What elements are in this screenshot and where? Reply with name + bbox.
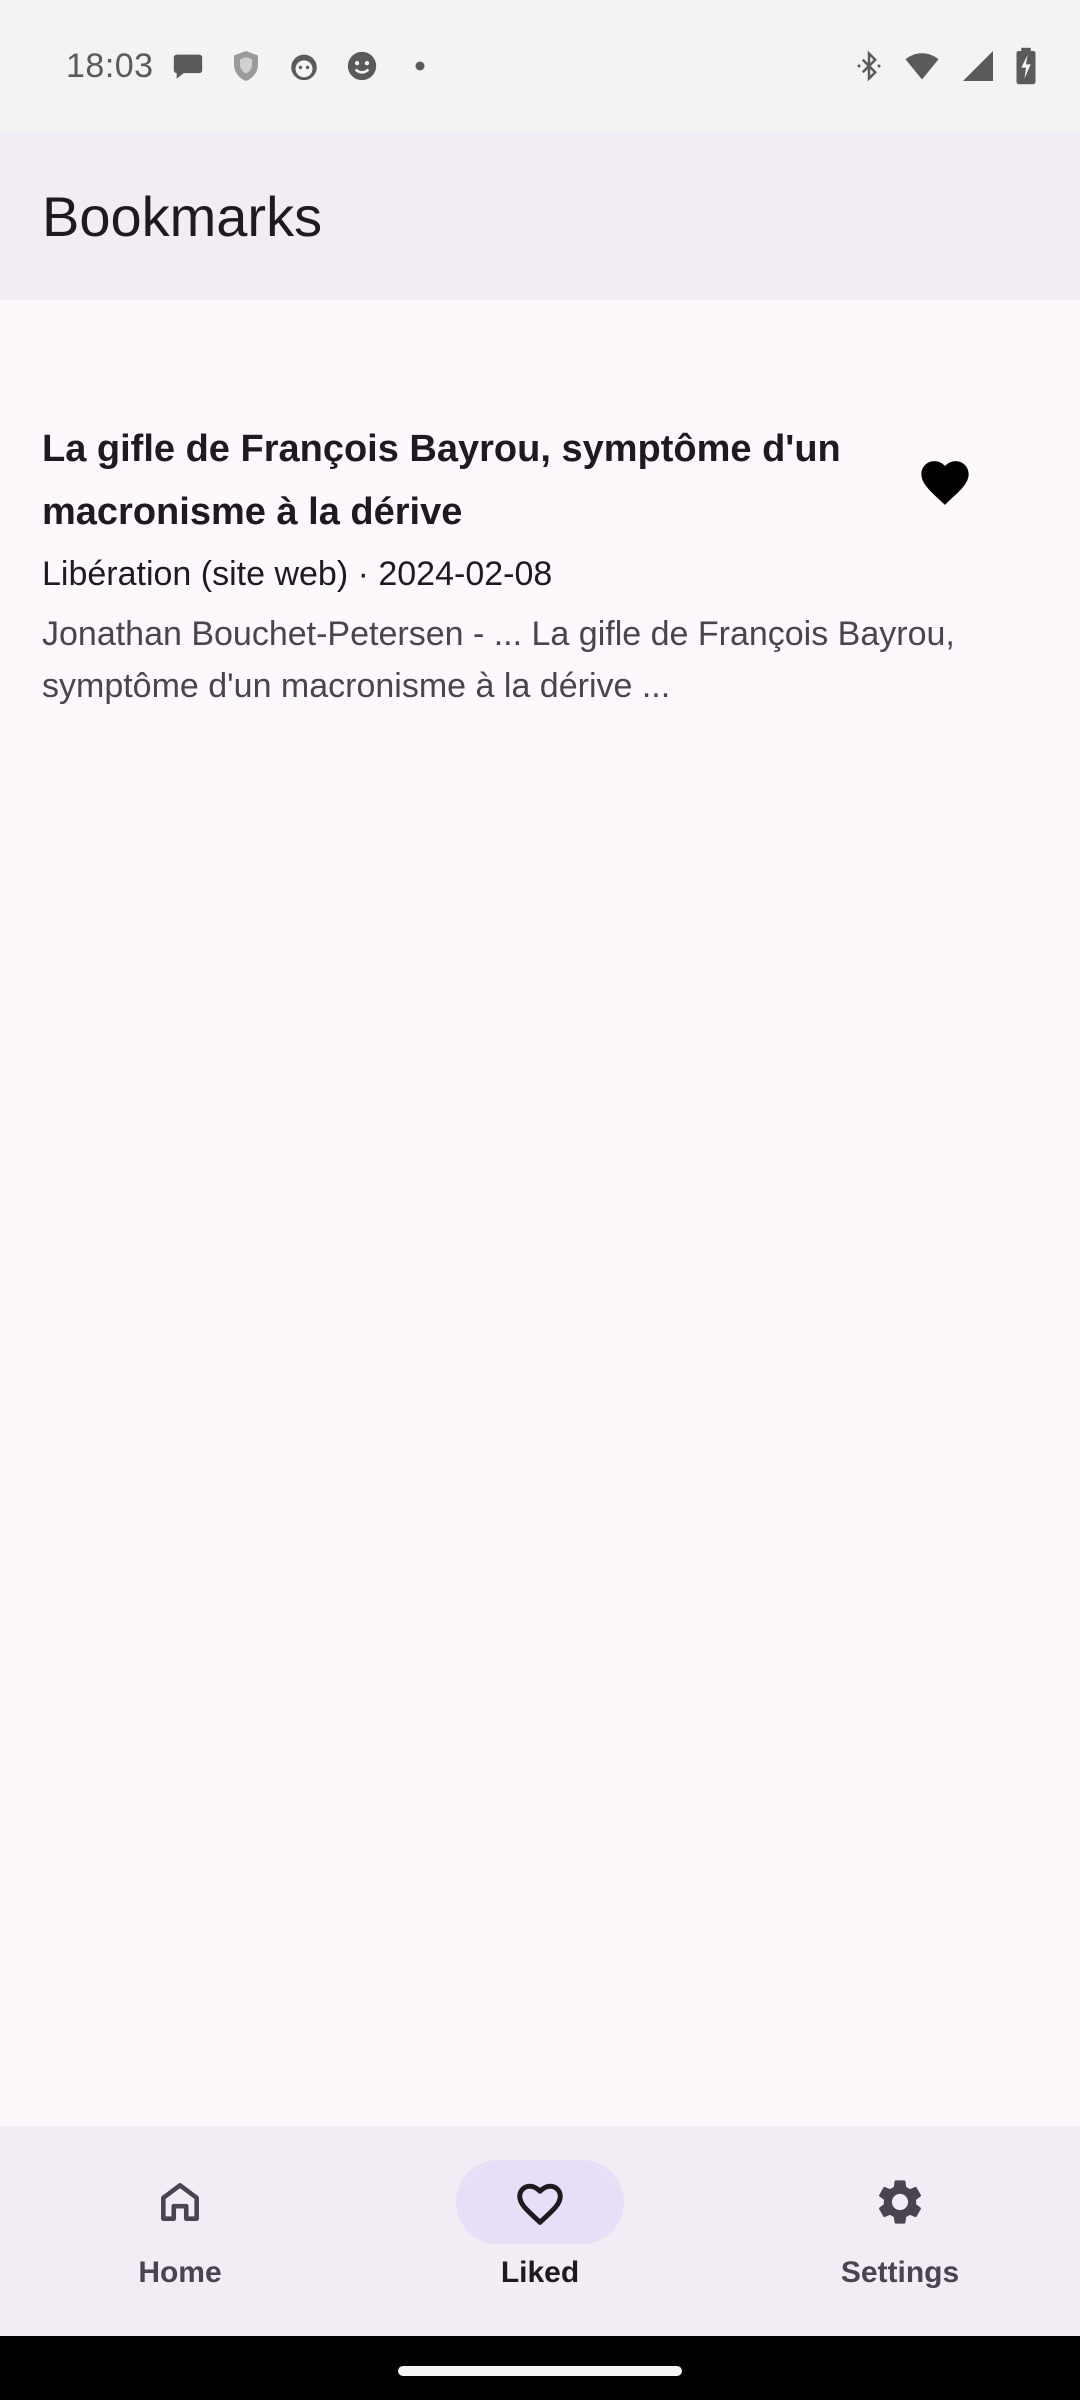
cat-face-icon — [286, 48, 322, 84]
smile-face-icon — [344, 48, 380, 84]
nav-icon-container — [96, 2160, 264, 2244]
article-source-date: Libération (site web) · 2024-02-08 — [42, 555, 553, 593]
app-bar: Bookmarks — [0, 132, 1080, 300]
heart-filled-icon — [921, 461, 969, 505]
chat-bubble-icon — [170, 48, 206, 84]
home-icon — [161, 2183, 199, 2221]
cellular-signal-icon — [960, 48, 996, 84]
nav-item-settings[interactable]: Settings — [720, 2126, 1080, 2336]
nav-icon-container — [816, 2160, 984, 2244]
status-time: 18:03 — [66, 46, 154, 85]
nav-active-indicator — [456, 2160, 624, 2244]
battery-charging-icon — [1014, 47, 1038, 85]
home-gesture-handle[interactable] — [398, 2366, 682, 2376]
article-snippet: Jonathan Bouchet-Petersen - ... La gifle… — [42, 615, 955, 705]
nav-item-liked[interactable]: Liked — [360, 2126, 720, 2336]
unlike-button[interactable] — [905, 440, 985, 520]
nav-label-home: Home — [138, 2256, 222, 2289]
nav-item-home[interactable]: Home — [0, 2126, 360, 2336]
bluetooth-icon — [854, 48, 884, 84]
article-title[interactable]: La gifle de François Bayrou, symptôme d'… — [42, 418, 842, 544]
screen: 18:03 Bookmarks La gifle de François Bay… — [0, 0, 1080, 2400]
nav-label-liked: Liked — [500, 2256, 580, 2289]
bottom-navigation: Home Liked Settings — [0, 2126, 1080, 2336]
status-bar: 18:03 — [0, 0, 1080, 132]
wifi-icon — [902, 48, 942, 84]
system-status-icons — [854, 47, 1038, 85]
bookmark-list: La gifle de François Bayrou, symptôme d'… — [0, 300, 1080, 712]
page-title: Bookmarks — [42, 184, 323, 248]
shield-app-icon — [228, 48, 264, 84]
heart-outline-icon — [517, 2183, 563, 2225]
dot-icon — [402, 48, 438, 84]
bookmark-item[interactable]: La gifle de François Bayrou, symptôme d'… — [0, 300, 1080, 712]
notification-icons — [170, 48, 438, 84]
gesture-bar — [0, 2336, 1080, 2400]
gear-icon — [878, 2180, 922, 2224]
nav-label-settings: Settings — [840, 2256, 960, 2289]
